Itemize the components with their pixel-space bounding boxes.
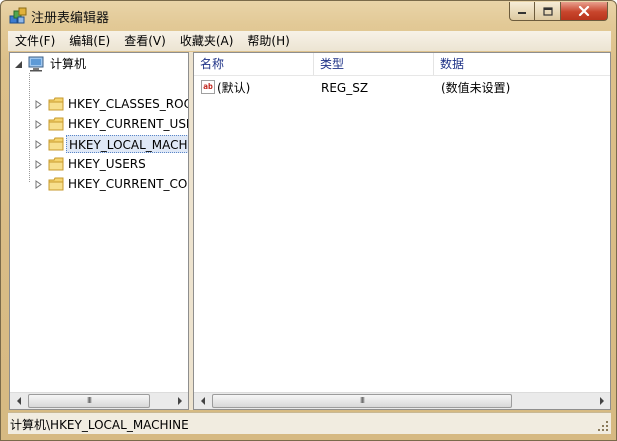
grip-icon: III [86,396,92,405]
tree-item-hkcr[interactable]: HKEY_CLASSES_ROOT [66,95,188,113]
tree-item-hkcc[interactable]: HKEY_CURRENT_CONFIG [66,175,188,193]
folder-icon [48,157,64,171]
list-row[interactable]: ab (默认) REG_SZ (数值未设置) [194,78,610,98]
arrow-left-icon [200,397,205,405]
list-horizontal-scrollbar[interactable]: III [194,392,610,409]
grip-icon: III [359,396,365,405]
tree-horizontal-scrollbar[interactable]: III [10,392,188,409]
menu-file[interactable]: 文件(F) [8,31,62,51]
status-bar: 计算机\HKEY_LOCAL_MACHINE [8,412,611,434]
title-bar[interactable]: 注册表编辑器 [1,1,616,31]
column-header-data[interactable]: 数据 [434,53,610,75]
scroll-thumb[interactable]: III [212,394,512,408]
values-list[interactable]: 名称 类型 数据 ab (默认) REG_SZ (数值未设置) III [193,52,611,410]
menu-help[interactable]: 帮助(H) [240,31,296,51]
arrow-right-icon [599,397,604,405]
expand-icon[interactable] [34,140,43,149]
expand-icon[interactable] [34,180,43,189]
column-header-name[interactable]: 名称 [194,53,314,75]
tree-guide-line [29,73,30,183]
arrow-left-icon [16,397,21,405]
scroll-right-button[interactable] [171,393,188,409]
menu-view[interactable]: 查看(V) [117,31,173,51]
window-title: 注册表编辑器 [31,11,110,26]
menu-edit[interactable]: 编辑(E) [62,31,117,51]
scroll-left-button[interactable] [10,393,27,409]
folder-icon [48,137,64,151]
close-icon [578,6,590,16]
folder-icon [48,97,64,111]
minimize-icon [518,12,526,14]
registry-editor-icon [9,7,27,24]
arrow-right-icon [177,397,182,405]
computer-icon [28,56,44,72]
menu-favorites[interactable]: 收藏夹(A) [173,31,241,51]
tree-item-hkcu[interactable]: HKEY_CURRENT_USER [66,115,188,133]
folder-icon [48,177,64,191]
scroll-right-button[interactable] [593,393,610,409]
value-type: REG_SZ [321,81,369,95]
registry-tree[interactable]: 计算机 HKEY_CLASSES_ROOT HKEY_CURRENT_USER … [9,52,189,410]
maximize-icon [542,6,553,16]
column-header-type[interactable]: 类型 [314,53,434,75]
resize-grip-icon[interactable] [597,420,609,432]
minimize-button[interactable] [509,2,535,21]
status-path: 计算机\HKEY_LOCAL_MACHINE [10,418,189,432]
close-button[interactable] [561,2,608,21]
tree-item-hku[interactable]: HKEY_USERS [66,155,148,173]
scroll-thumb[interactable]: III [28,394,150,408]
scroll-left-button[interactable] [194,393,211,409]
expand-icon[interactable] [34,120,43,129]
registry-editor-window: 注册表编辑器 文件(F) 编辑(E) 查看(V) 收藏夹(A) 帮助(H) 计算… [0,0,617,441]
folder-icon [48,117,64,131]
expand-icon[interactable] [34,100,43,109]
value-name: (默认) [217,81,251,95]
maximize-button[interactable] [535,2,561,21]
menu-bar: 文件(F) 编辑(E) 查看(V) 收藏夹(A) 帮助(H) [8,31,611,51]
value-data: (数值未设置) [441,81,511,95]
string-value-icon: ab [201,80,215,94]
tree-root-label[interactable]: 计算机 [48,55,88,73]
collapse-icon[interactable] [14,60,23,69]
expand-icon[interactable] [34,160,43,169]
tree-item-hklm[interactable]: HKEY_LOCAL_MACHINE [66,135,188,153]
